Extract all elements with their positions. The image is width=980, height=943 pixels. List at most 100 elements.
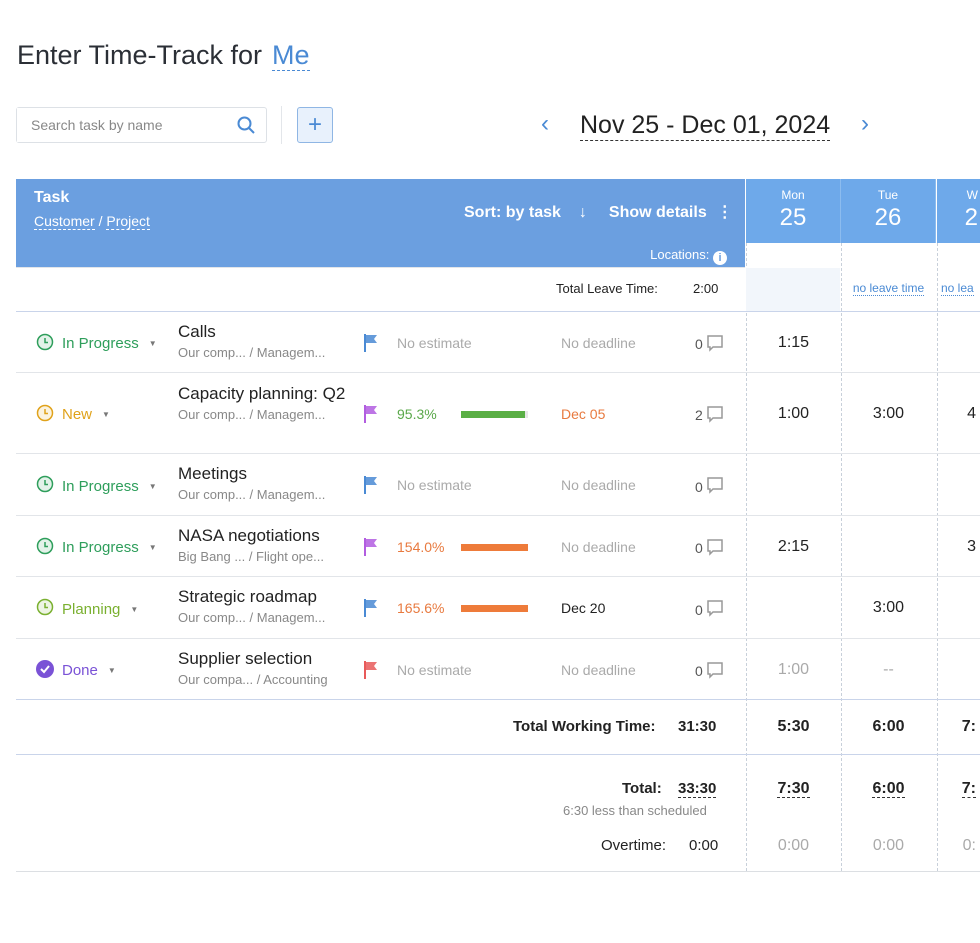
comments-button[interactable]: 0 (695, 661, 724, 682)
clock-icon (36, 475, 54, 497)
day-working-total: 5:30 (777, 718, 810, 735)
comments-button[interactable]: 2 (695, 405, 724, 426)
status-dropdown[interactable]: In Progress ▼ (36, 333, 157, 355)
customer-sort-link[interactable]: Customer (34, 213, 95, 230)
day-total-value[interactable]: 7:30 (777, 780, 810, 798)
estimate: 154.0% (397, 538, 445, 555)
info-icon[interactable]: i (713, 251, 727, 265)
caret-down-icon: ▼ (148, 339, 157, 348)
task-name[interactable]: Capacity planning: Q2 (178, 384, 348, 403)
scheduled-note: 6:30 less than scheduled (563, 803, 707, 818)
deadline[interactable]: No deadline (561, 477, 636, 493)
status-dropdown[interactable]: In Progress ▼ (36, 537, 157, 559)
time-entry-cell[interactable]: 3:00 (841, 405, 936, 423)
leave-time-link[interactable]: no lea (941, 281, 974, 296)
time-entry-cell[interactable]: -- (841, 661, 936, 679)
priority-flag-icon[interactable] (363, 598, 379, 623)
task-customer-project: Our comp... / Managem... (178, 487, 326, 502)
user-selector[interactable]: Me (272, 40, 310, 71)
comment-icon (706, 476, 724, 497)
title-text: Enter Time-Track for (17, 40, 263, 70)
comment-count: 0 (695, 601, 703, 618)
clock-icon (36, 404, 54, 426)
task-name[interactable]: Calls (178, 322, 348, 341)
comment-count: 0 (695, 336, 703, 352)
comments-button[interactable]: 0 (695, 538, 724, 559)
day-total: 7: (937, 780, 980, 798)
priority-flag-icon[interactable] (363, 333, 379, 358)
caret-down-icon: ▼ (102, 410, 110, 419)
deadline[interactable]: No deadline (561, 662, 636, 678)
day-date: 26 (874, 204, 902, 231)
day-header-0: Mon 25 (746, 179, 841, 243)
next-week-button[interactable]: › (861, 110, 869, 138)
search-icon[interactable] (236, 115, 256, 140)
task-name[interactable]: Strategic roadmap (178, 587, 348, 606)
total-value[interactable]: 33:30 (678, 780, 717, 798)
working-time-total: 31:30 (678, 718, 717, 735)
time-entry-cell[interactable]: 2:15 (746, 538, 841, 556)
priority-flag-icon[interactable] (363, 537, 379, 562)
time-entry-cell[interactable]: 1:15 (746, 334, 841, 352)
sort-button[interactable]: Sort: by task (464, 204, 561, 221)
overtime-total: 0:00 (689, 837, 719, 854)
estimate: No estimate (397, 334, 472, 351)
date-range-picker[interactable]: Nov 25 - Dec 01, 2024 (580, 110, 831, 141)
task-name[interactable]: Supplier selection (178, 649, 348, 668)
estimate: 95.3% (397, 405, 437, 422)
day-total: 6:00 (841, 780, 936, 798)
deadline[interactable]: No deadline (561, 335, 636, 351)
comments-button[interactable]: 0 (695, 334, 724, 355)
status-dropdown[interactable]: Done ▼ (36, 659, 116, 682)
day-name: Mon (781, 188, 805, 202)
status-dropdown[interactable]: Planning ▼ (36, 598, 138, 620)
comment-icon (706, 599, 724, 620)
day-total-value[interactable]: 7: (961, 780, 976, 798)
status-label: New (62, 406, 93, 423)
priority-flag-icon[interactable] (363, 660, 379, 685)
day-overtime: 0:00 (777, 837, 810, 854)
status-dropdown[interactable]: In Progress ▼ (36, 475, 157, 497)
time-entry-cell[interactable]: 3:00 (841, 599, 936, 617)
task-row: Planning ▼ Strategic roadmap Our comp... /… (16, 577, 980, 639)
day-total: 7:30 (746, 780, 841, 798)
progress-bar (461, 543, 528, 551)
comment-count: 0 (695, 663, 703, 679)
task-name[interactable]: Meetings (178, 464, 348, 483)
sort-direction-icon[interactable]: ↓ (579, 204, 587, 221)
status-label: Planning (62, 600, 121, 618)
time-entry-cell[interactable]: 1:00 (746, 661, 841, 679)
deadline[interactable]: No deadline (561, 539, 636, 555)
comment-icon (706, 538, 724, 559)
prev-week-button[interactable]: ‹ (541, 110, 549, 138)
leave-label: Total Leave Time: (556, 281, 658, 296)
day-overtime: 0: (962, 837, 976, 854)
task-name[interactable]: NASA negotiations (178, 526, 348, 545)
leave-cell-highlight (746, 268, 840, 311)
task-customer-project: Our comp... / Managem... (178, 610, 326, 625)
sort-controls: Sort: by task ↓ Show details ⋮ (464, 202, 733, 222)
add-task-button[interactable]: + (297, 107, 333, 143)
deadline[interactable]: Dec 05 (561, 406, 605, 422)
comments-button[interactable]: 0 (695, 599, 724, 620)
overtime-label: Overtime: (601, 837, 667, 854)
locations-label: Locations: i (650, 247, 727, 265)
time-entry-cell[interactable]: 4 (937, 405, 980, 423)
time-entry-cell[interactable]: 3 (937, 538, 980, 556)
leave-time-link[interactable]: no leave time (852, 281, 925, 296)
locations-text: Locations: (650, 247, 710, 262)
project-sort-link[interactable]: Project (106, 213, 150, 230)
deadline[interactable]: Dec 20 (561, 600, 605, 616)
status-label: In Progress (62, 335, 139, 352)
priority-flag-icon[interactable] (363, 475, 379, 500)
comments-button[interactable]: 0 (695, 476, 724, 497)
show-details-button[interactable]: Show details (609, 204, 707, 221)
time-entry-cell[interactable]: 1:00 (746, 405, 841, 423)
priority-flag-icon[interactable] (363, 404, 379, 429)
caret-down-icon: ▼ (107, 666, 116, 675)
status-dropdown[interactable]: New ▼ (36, 404, 110, 426)
more-icon[interactable]: ⋮ (717, 204, 733, 221)
day-total-value[interactable]: 6:00 (872, 780, 905, 798)
search-input[interactable] (17, 108, 217, 142)
leave-cell: no leave time (841, 281, 936, 296)
